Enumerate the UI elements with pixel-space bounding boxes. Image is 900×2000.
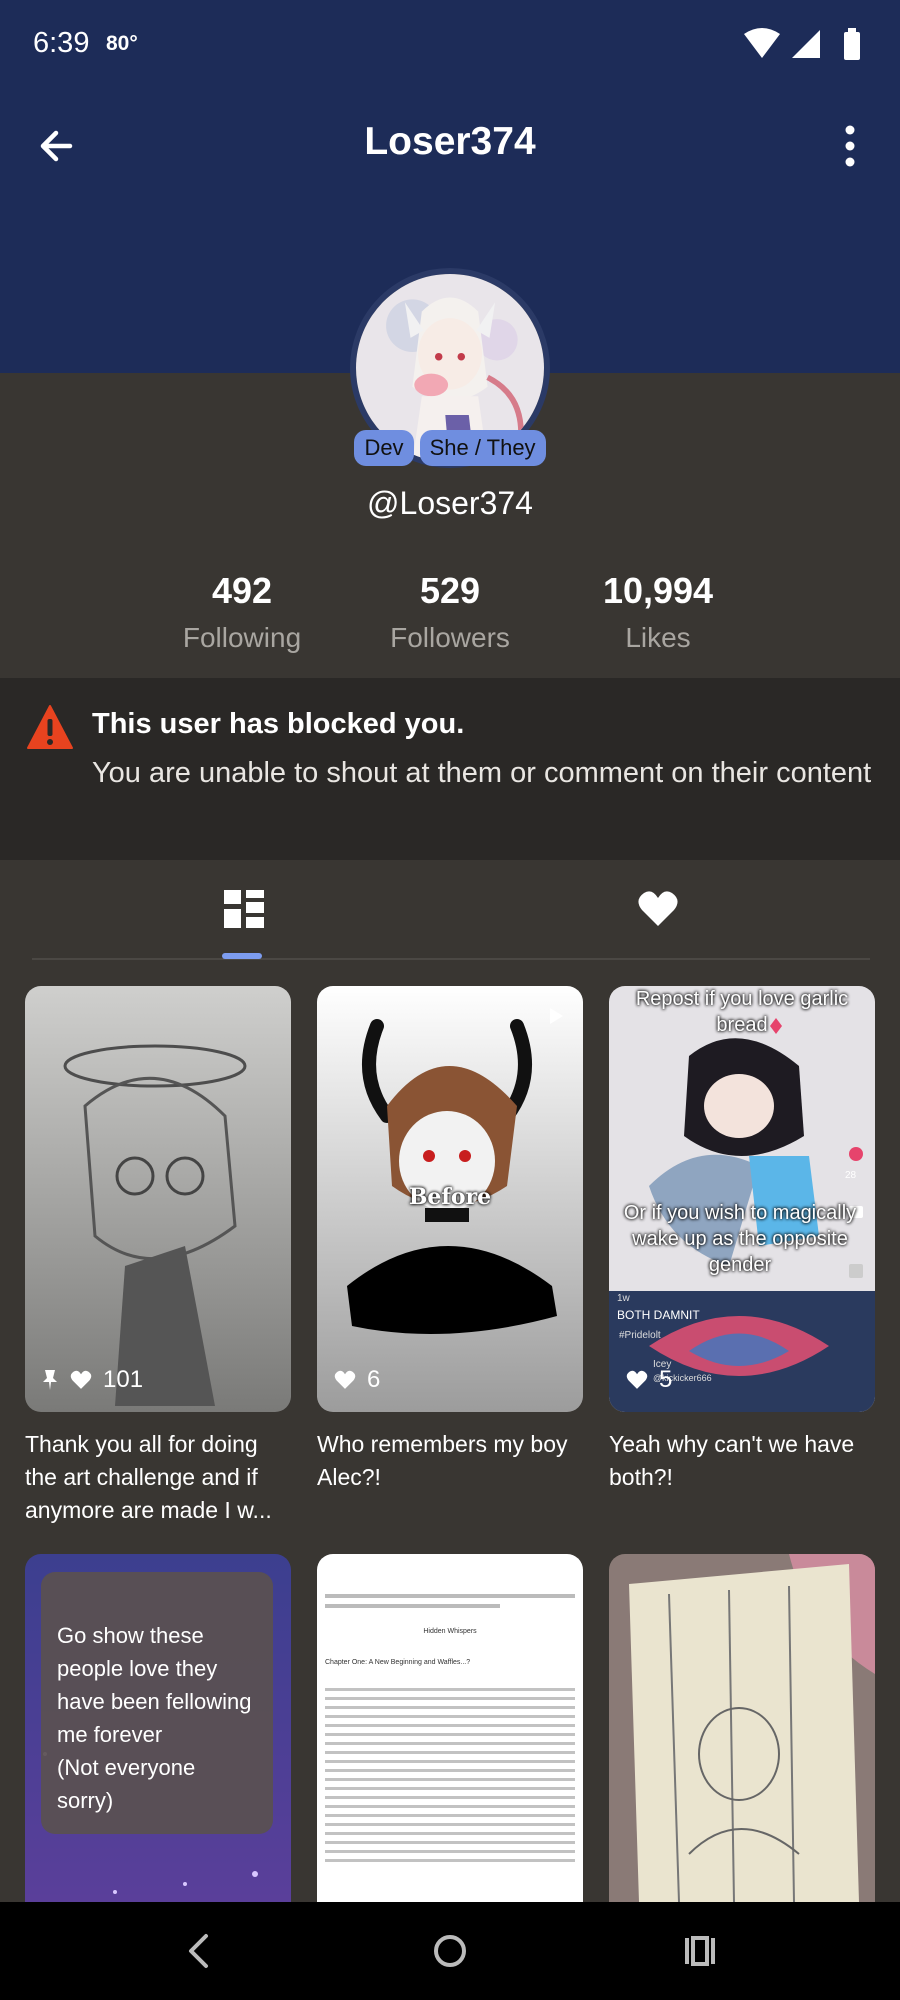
post-overlay-text: Before — [408, 1184, 492, 1210]
status-bar: 6:39 80° — [0, 0, 900, 90]
heart-icon — [333, 1369, 357, 1391]
post-caption: Yeah why can't we have both?! — [609, 1431, 855, 1490]
back-arrow-icon[interactable] — [32, 118, 88, 174]
wifi-icon — [744, 28, 780, 58]
home-nav-icon[interactable] — [425, 1926, 475, 1976]
following-count: 492 — [211, 570, 273, 611]
status-time: 6:39 — [33, 27, 90, 59]
followers-count: 529 — [419, 570, 481, 611]
more-options-icon[interactable] — [826, 120, 874, 172]
following-stat[interactable]: 492 Following — [138, 570, 346, 654]
back-nav-icon[interactable] — [175, 1926, 225, 1976]
pin-icon — [41, 1369, 59, 1391]
post-inner-time: 1w — [617, 1293, 630, 1304]
following-label: Following — [182, 622, 302, 653]
post-overlay-bottom: Or if you wish to magically wake up as t… — [623, 1202, 857, 1276]
post-stats: 101 — [41, 1366, 143, 1394]
page-title: Loser374 — [364, 120, 536, 163]
post-thumbnail — [609, 986, 875, 1412]
post-caption: Who remembers my boy Alec?! — [317, 1431, 568, 1490]
post-card[interactable] — [609, 1554, 875, 1902]
document-chapter: Chapter One: A New Beginning and Waffles… — [325, 1659, 471, 1666]
post-stats: 5 — [625, 1366, 672, 1394]
dev-badge: Dev — [354, 430, 414, 466]
post-stats: 6 — [333, 1366, 380, 1394]
status-temperature: 80° — [106, 32, 138, 55]
post-overlay-top: Repost if you love garlic bread — [635, 988, 849, 1036]
likes-stat: 10,994 Likes — [554, 570, 762, 654]
post-text-bubble: Go show these people love they have been… — [41, 1572, 273, 1834]
heart-icon — [69, 1369, 93, 1391]
likes-count: 10,994 — [602, 570, 714, 611]
document-title: Hidden Whispers — [423, 1628, 477, 1635]
blocked-title: This user has blocked you. — [92, 708, 465, 740]
active-tab-indicator — [222, 953, 262, 959]
post-inner-tag: #Pridelolt — [619, 1330, 661, 1341]
post-card[interactable]: Before 6 — [317, 986, 583, 1412]
recents-nav-icon[interactable] — [675, 1926, 725, 1976]
profile-tabs — [32, 860, 870, 960]
post-thumbnail — [25, 986, 291, 1412]
like-count: 101 — [103, 1366, 144, 1393]
heart-icon — [625, 1369, 649, 1391]
post-card[interactable]: 101 — [25, 986, 291, 1412]
battery-icon — [844, 32, 860, 60]
grid-icon[interactable] — [222, 888, 266, 930]
signal-icon — [792, 30, 820, 58]
like-count: 5 — [659, 1366, 673, 1393]
like-count: 6 — [367, 1366, 381, 1393]
profile-stats: 492 Following 529 Followers 10,994 Likes — [0, 570, 900, 654]
warning-icon — [27, 705, 73, 749]
pronouns-badge: She / They — [419, 430, 546, 466]
post-card[interactable]: Repost if you love garlic bread Or if yo… — [609, 986, 875, 1412]
user-handle: @Loser374 — [367, 485, 533, 521]
post-thumbnail — [609, 1554, 875, 1902]
post-card[interactable]: Go show these people love they have been… — [25, 1554, 291, 1902]
likes-label: Likes — [625, 622, 691, 653]
post-card[interactable]: Hidden Whispers Chapter One: A New Begin… — [317, 1554, 583, 1902]
post-document: Hidden Whispers Chapter One: A New Begin… — [317, 1554, 583, 1862]
followers-stat[interactable]: 529 Followers — [346, 570, 554, 654]
system-nav-bar — [0, 1902, 900, 2000]
heart-icon[interactable] — [636, 888, 680, 930]
profile-badges: Dev She / They — [0, 430, 900, 466]
post-side-count: 28 — [845, 1170, 857, 1181]
post-inner-title: BOTH DAMNIT — [617, 1308, 700, 1322]
post-caption: Thank you all for doing the art challeng… — [25, 1431, 272, 1523]
blocked-message: You are unable to shout at them or comme… — [92, 757, 872, 789]
followers-label: Followers — [390, 622, 510, 653]
post-text: Go show these people love they have been… — [57, 1623, 252, 1813]
status-icons — [744, 28, 860, 60]
